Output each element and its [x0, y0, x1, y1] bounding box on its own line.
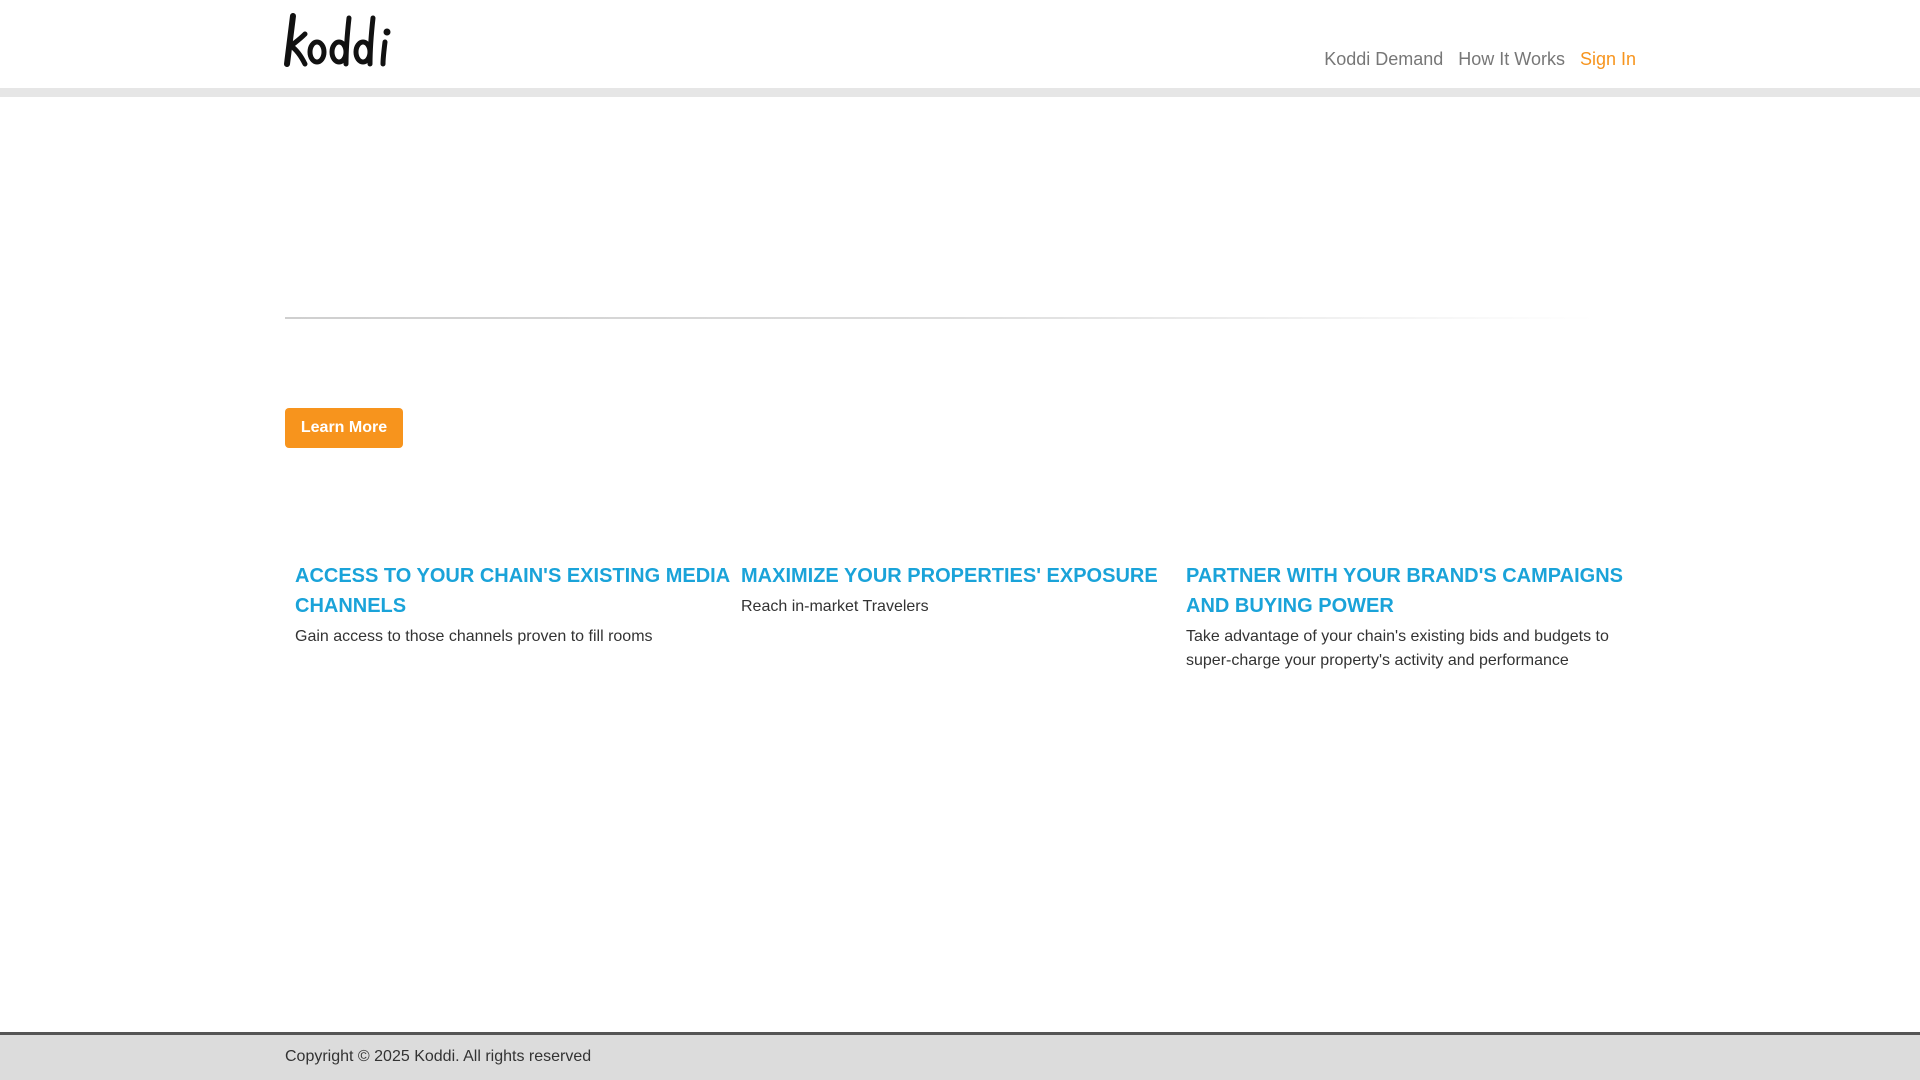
- feature-title: PARTNER WITH YOUR BRAND'S CAMPAIGNS AND …: [1186, 565, 1623, 617]
- feature-title: MAXIMIZE YOUR PROPERTIES' EXPOSURE: [741, 565, 1158, 587]
- header-band: [0, 88, 1920, 97]
- feature-title: ACCESS TO YOUR CHAIN'S EXISTING MEDIA CH…: [295, 565, 730, 617]
- feature-exposure: MAXIMIZE YOUR PROPERTIES' EXPOSURE Reach…: [741, 561, 1181, 619]
- copyright-text: Copyright © 2025 Koddi. All rights reser…: [285, 1048, 592, 1065]
- learn-more-button[interactable]: Learn More: [285, 408, 403, 448]
- nav-how-it-works[interactable]: How It Works: [1458, 48, 1565, 70]
- koddi-logo[interactable]: [283, 12, 401, 68]
- hero-divider: [285, 317, 1595, 319]
- site-header: Koddi Demand How It Works Sign In: [0, 0, 1920, 88]
- site-footer: Copyright © 2025 Koddi. All rights reser…: [0, 1032, 1920, 1080]
- feature-description: Take advantage of your chain's existing …: [1186, 628, 1609, 669]
- feature-buying-power: PARTNER WITH YOUR BRAND'S CAMPAIGNS AND …: [1186, 561, 1636, 673]
- main-nav: Koddi Demand How It Works Sign In: [1324, 48, 1636, 70]
- feature-description: Reach in-market Travelers: [741, 598, 929, 615]
- feature-description: Gain access to those channels proven to …: [295, 628, 653, 645]
- feature-media-channels: ACCESS TO YOUR CHAIN'S EXISTING MEDIA CH…: [295, 561, 735, 649]
- nav-koddi-demand[interactable]: Koddi Demand: [1324, 48, 1443, 70]
- nav-sign-in[interactable]: Sign In: [1580, 48, 1636, 70]
